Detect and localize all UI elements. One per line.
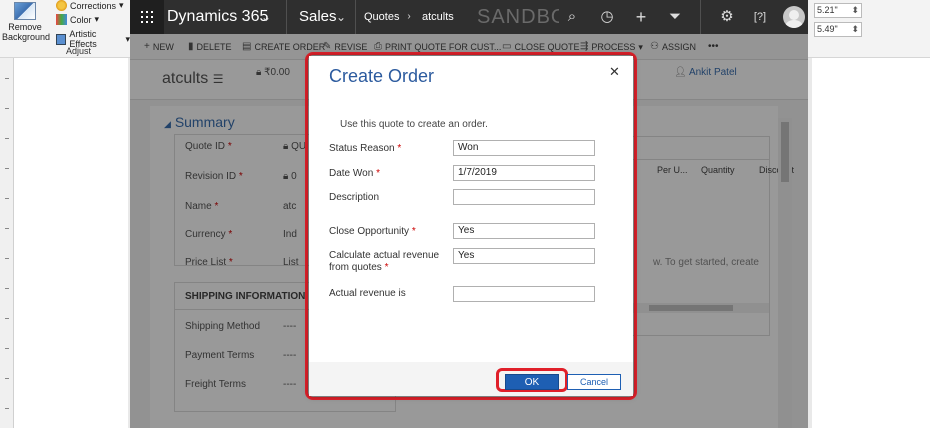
remove-background-icon: [14, 2, 36, 20]
calculate-revenue-field[interactable]: Yes: [453, 248, 595, 264]
word-ribbon-right: 5.21" 5.49": [808, 0, 930, 58]
top-navbar: Dynamics 365 ⌄ Sales ⌄ Quotes › atcults …: [130, 0, 808, 34]
width-spinner[interactable]: 5.49": [814, 22, 862, 37]
history-icon[interactable]: ◷: [599, 9, 615, 25]
artistic-effects-icon: [56, 33, 67, 45]
actual-revenue-label: Actual revenue is: [329, 288, 406, 299]
document-page-right: [812, 58, 930, 428]
close-icon[interactable]: ✕: [609, 64, 620, 80]
date-won-label: Date Won *: [329, 168, 380, 179]
corrections-icon: [56, 0, 67, 11]
plus-icon[interactable]: +: [633, 8, 649, 26]
dropdown-arrow-icon: ▾: [119, 0, 124, 10]
chevron-right-icon: ›: [407, 11, 411, 22]
vertical-ruler: [0, 58, 14, 428]
dialog-message: Use this quote to create an order.: [340, 119, 488, 130]
color-button[interactable]: Color ▾: [56, 14, 99, 25]
dialog-footer: OK Cancel: [309, 362, 633, 396]
search-icon[interactable]: ⌕: [564, 9, 580, 25]
chevron-down-icon[interactable]: ⌄: [258, 9, 274, 25]
color-icon: [56, 14, 67, 25]
remove-background-button[interactable]: Remove Background: [2, 0, 50, 46]
gear-icon[interactable]: ⚙: [719, 9, 735, 25]
app-launcher-button[interactable]: [130, 0, 164, 34]
ok-button[interactable]: OK: [505, 374, 559, 390]
avatar[interactable]: [783, 6, 805, 28]
adjust-group-label: Adjust: [66, 46, 92, 56]
description-label: Description: [329, 192, 380, 203]
corrections-button[interactable]: Corrections ▾: [56, 0, 124, 11]
date-won-field[interactable]: 1/7/2019: [453, 165, 595, 181]
filter-icon[interactable]: ⏷: [667, 9, 683, 25]
breadcrumb-record[interactable]: atcults: [422, 0, 454, 34]
app-name[interactable]: Dynamics 365: [167, 0, 268, 34]
close-opportunity-field[interactable]: Yes: [453, 223, 595, 239]
waffle-icon: [141, 11, 153, 23]
breadcrumb-quotes[interactable]: Quotes: [364, 0, 399, 34]
area-name[interactable]: Sales: [299, 0, 337, 34]
actual-revenue-field[interactable]: [453, 286, 595, 302]
chevron-down-icon[interactable]: ⌄: [333, 9, 349, 25]
dropdown-arrow-icon: ▾: [94, 14, 100, 24]
word-ribbon: Remove Background Corrections ▾ Color ▾ Ar…: [0, 0, 130, 58]
calculate-revenue-label: Calculate actual revenue from quotes *: [329, 250, 440, 273]
create-order-dialog: Create Order ✕ Use this quote to create …: [309, 56, 633, 396]
close-opportunity-label: Close Opportunity *: [329, 226, 416, 237]
status-reason-label: Status Reason *: [329, 143, 402, 154]
environment-label: SANDBOX: [477, 6, 559, 28]
description-field[interactable]: [453, 189, 595, 205]
height-spinner[interactable]: 5.21": [814, 3, 862, 18]
cancel-button[interactable]: Cancel: [567, 374, 621, 390]
dialog-title: Create Order: [329, 66, 435, 86]
status-reason-field[interactable]: Won: [453, 140, 595, 156]
help-icon[interactable]: [?]: [752, 9, 768, 25]
document-page: [14, 58, 128, 428]
